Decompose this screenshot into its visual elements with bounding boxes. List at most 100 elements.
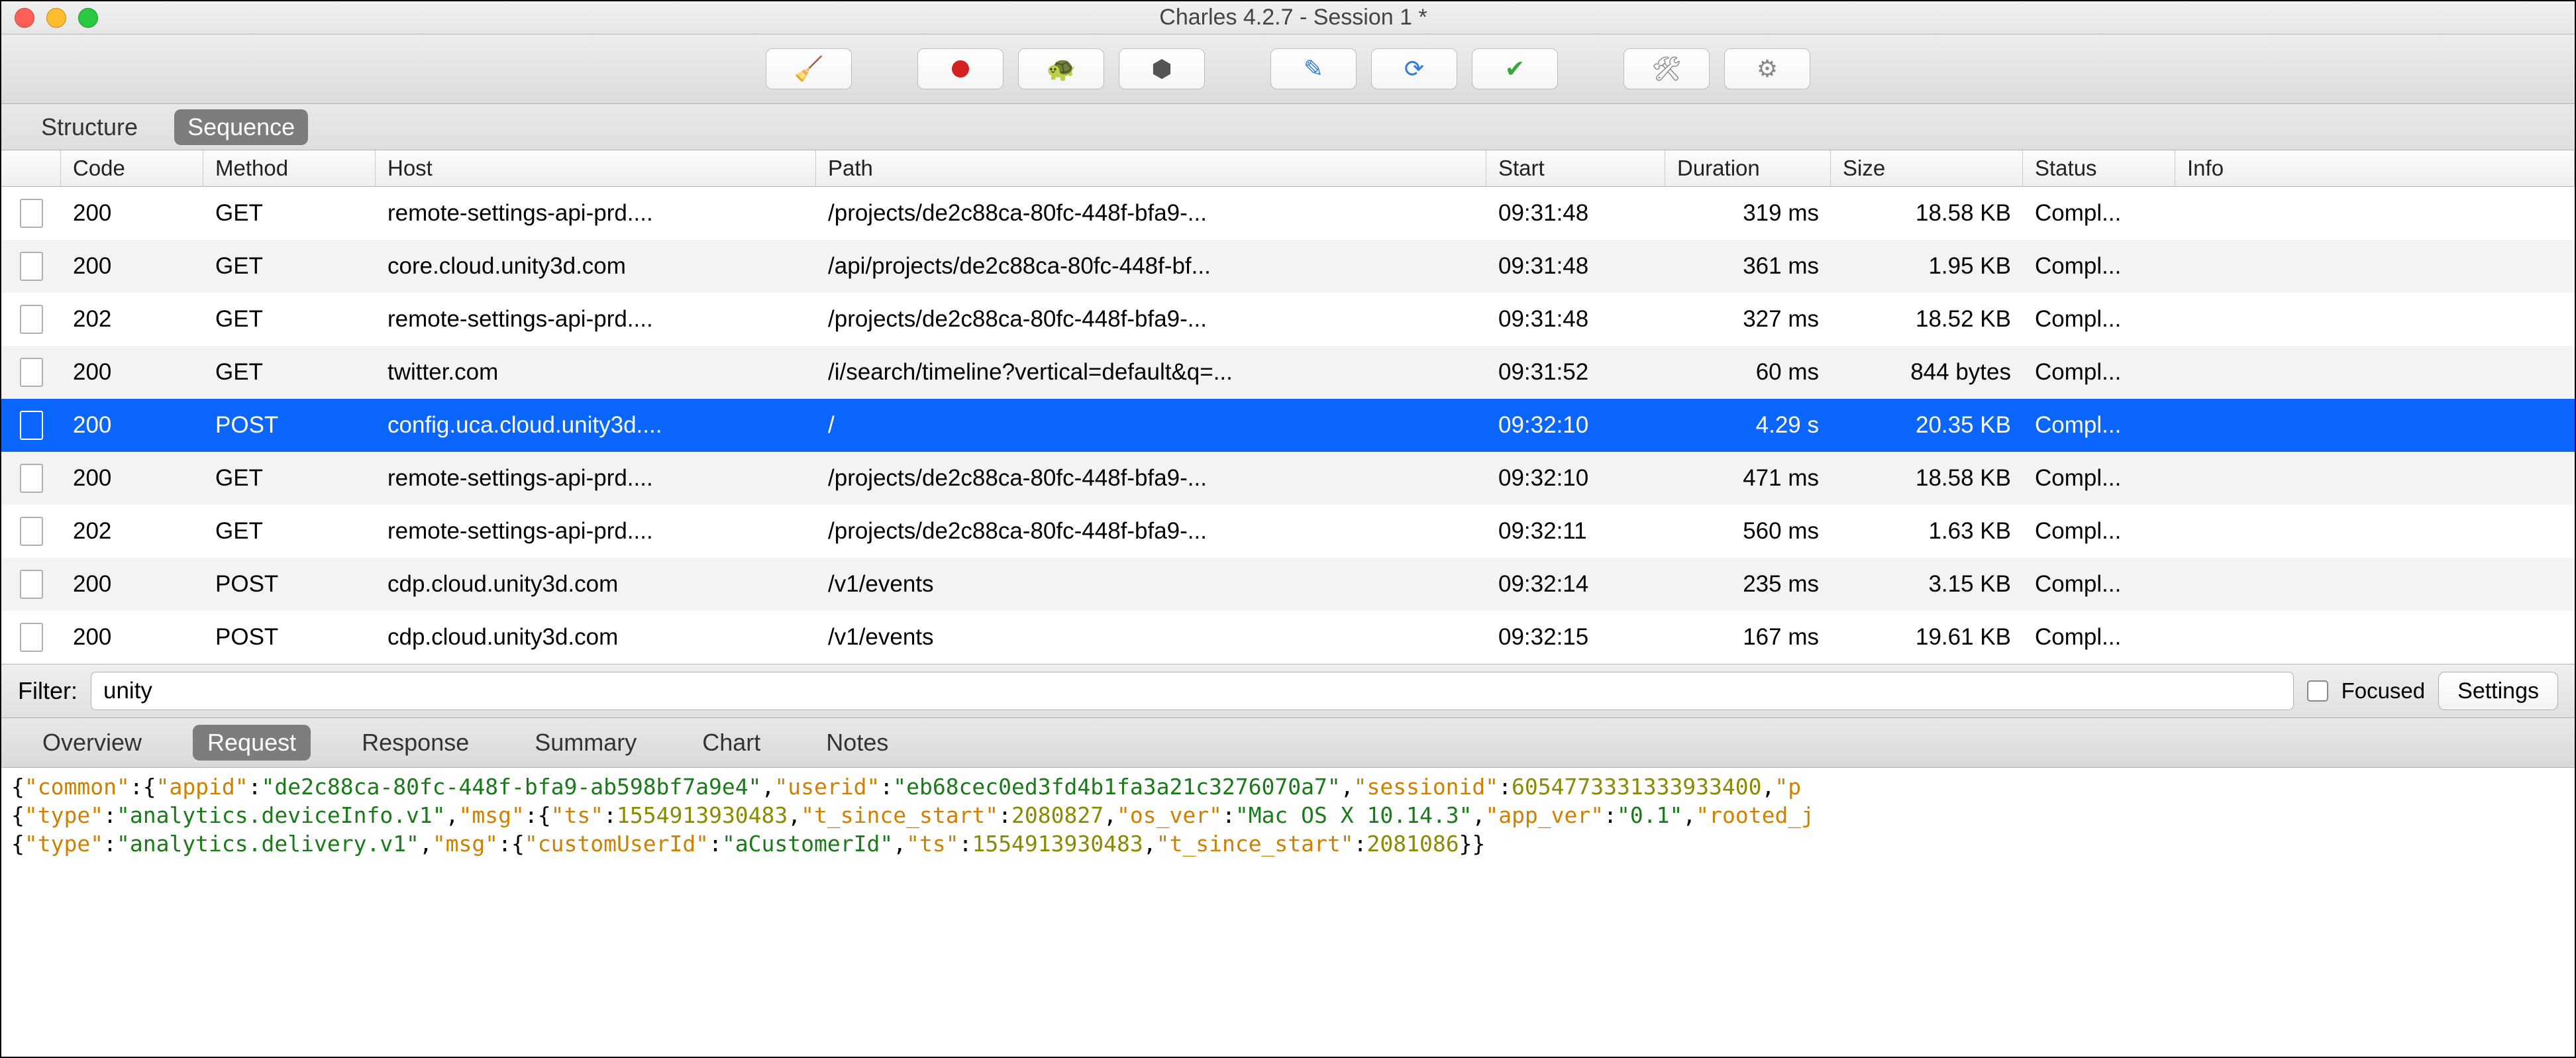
focused-label: Focused bbox=[2342, 678, 2426, 704]
col-icon[interactable] bbox=[1, 150, 61, 186]
tab-request[interactable]: Request bbox=[193, 725, 311, 761]
cell-host: twitter.com bbox=[376, 359, 816, 386]
tab-overview[interactable]: Overview bbox=[28, 725, 156, 761]
filter-settings-button[interactable]: Settings bbox=[2438, 672, 2558, 710]
cell-host: remote-settings-api-prd.... bbox=[376, 465, 816, 492]
request-body-pane[interactable]: {"common":{"appid":"de2c88ca-80fc-448f-b… bbox=[1, 768, 2575, 864]
filter-bar: Filter: Focused Settings bbox=[1, 664, 2575, 718]
table-header: Code Method Host Path Start Duration Siz… bbox=[1, 150, 2575, 187]
cell-path: / bbox=[816, 412, 1486, 439]
cell-status: Compl... bbox=[2023, 253, 2175, 280]
tab-response[interactable]: Response bbox=[347, 725, 484, 761]
table-row[interactable]: 200GETremote-settings-api-prd..../projec… bbox=[1, 187, 2575, 240]
cell-start: 09:31:48 bbox=[1486, 200, 1665, 227]
file-icon bbox=[20, 570, 43, 599]
cell-start: 09:32:10 bbox=[1486, 412, 1665, 439]
filter-input[interactable] bbox=[91, 672, 2294, 710]
cell-status: Compl... bbox=[2023, 200, 2175, 227]
cell-status: Compl... bbox=[2023, 624, 2175, 651]
json-line: {"common":{"appid":"de2c88ca-80fc-448f-b… bbox=[11, 773, 2565, 802]
cell-start: 09:32:10 bbox=[1486, 465, 1665, 492]
file-icon bbox=[20, 411, 43, 440]
cell-start: 09:31:52 bbox=[1486, 359, 1665, 386]
cell-host: config.uca.cloud.unity3d.... bbox=[376, 412, 816, 439]
col-duration[interactable]: Duration bbox=[1665, 150, 1831, 186]
tools-button[interactable]: 🛠 bbox=[1623, 48, 1710, 89]
tab-notes[interactable]: Notes bbox=[811, 725, 903, 761]
cell-method: GET bbox=[203, 359, 376, 386]
cell-code: 200 bbox=[61, 571, 203, 598]
table-row[interactable]: 200GETremote-settings-api-prd..../projec… bbox=[1, 452, 2575, 505]
col-host[interactable]: Host bbox=[376, 150, 816, 186]
cell-path: /projects/de2c88ca-80fc-448f-bfa9-... bbox=[816, 465, 1486, 492]
validate-button[interactable]: ✔ bbox=[1472, 48, 1558, 89]
col-path[interactable]: Path bbox=[816, 150, 1486, 186]
tab-structure[interactable]: Structure bbox=[28, 109, 151, 145]
record-icon bbox=[952, 60, 969, 78]
file-icon bbox=[20, 252, 43, 281]
cell-start: 09:32:11 bbox=[1486, 518, 1665, 545]
col-method[interactable]: Method bbox=[203, 150, 376, 186]
cell-status: Compl... bbox=[2023, 306, 2175, 333]
record-button[interactable] bbox=[917, 48, 1004, 89]
cell-status: Compl... bbox=[2023, 571, 2175, 598]
cell-duration: 361 ms bbox=[1665, 253, 1831, 280]
settings-button[interactable]: ⚙ bbox=[1724, 48, 1810, 89]
broom-button[interactable]: 🧹 bbox=[766, 48, 852, 89]
col-code[interactable]: Code bbox=[61, 150, 203, 186]
table-row[interactable]: 202GETremote-settings-api-prd..../projec… bbox=[1, 293, 2575, 346]
cell-size: 20.35 KB bbox=[1831, 412, 2023, 439]
tab-sequence[interactable]: Sequence bbox=[174, 109, 308, 145]
col-info[interactable]: Info bbox=[2175, 150, 2575, 186]
cell-path: /projects/de2c88ca-80fc-448f-bfa9-... bbox=[816, 200, 1486, 227]
cell-code: 200 bbox=[61, 359, 203, 386]
cell-duration: 167 ms bbox=[1665, 624, 1831, 651]
col-status[interactable]: Status bbox=[2023, 150, 2175, 186]
table-row[interactable]: 200POSTconfig.uca.cloud.unity3d..../09:3… bbox=[1, 399, 2575, 452]
cell-status: Compl... bbox=[2023, 359, 2175, 386]
cell-method: GET bbox=[203, 200, 376, 227]
cell-start: 09:31:48 bbox=[1486, 306, 1665, 333]
cell-host: core.cloud.unity3d.com bbox=[376, 253, 816, 280]
file-icon bbox=[20, 305, 43, 334]
tab-chart[interactable]: Chart bbox=[688, 725, 775, 761]
view-tabs: Structure Sequence bbox=[1, 104, 2575, 150]
cell-code: 200 bbox=[61, 624, 203, 651]
zoom-window-button[interactable] bbox=[78, 8, 98, 28]
cell-status: Compl... bbox=[2023, 518, 2175, 545]
detail-tabs: Overview Request Response Summary Chart … bbox=[1, 718, 2575, 768]
table-row[interactable]: 200GETtwitter.com/i/search/timeline?vert… bbox=[1, 346, 2575, 399]
cell-host: remote-settings-api-prd.... bbox=[376, 306, 816, 333]
table-row[interactable]: 202GETremote-settings-api-prd..../projec… bbox=[1, 505, 2575, 558]
file-icon bbox=[20, 199, 43, 228]
cell-method: GET bbox=[203, 465, 376, 492]
file-icon bbox=[20, 517, 43, 546]
compose-button[interactable]: ✎ bbox=[1270, 48, 1357, 89]
cell-duration: 4.29 s bbox=[1665, 412, 1831, 439]
hexagon-icon: ⬢ bbox=[1151, 55, 1172, 83]
request-list: 200GETremote-settings-api-prd..../projec… bbox=[1, 187, 2575, 664]
breakpoints-button[interactable]: ⬢ bbox=[1119, 48, 1205, 89]
col-size[interactable]: Size bbox=[1831, 150, 2023, 186]
close-window-button[interactable] bbox=[15, 8, 34, 28]
throttle-button[interactable]: 🐢 bbox=[1018, 48, 1104, 89]
cell-code: 202 bbox=[61, 518, 203, 545]
cell-size: 844 bytes bbox=[1831, 359, 2023, 386]
focused-checkbox[interactable] bbox=[2307, 680, 2328, 702]
minimize-window-button[interactable] bbox=[46, 8, 66, 28]
gear-icon: ⚙ bbox=[1757, 55, 1778, 83]
cell-status: Compl... bbox=[2023, 412, 2175, 439]
cell-status: Compl... bbox=[2023, 465, 2175, 492]
cell-host: remote-settings-api-prd.... bbox=[376, 200, 816, 227]
table-row[interactable]: 200POSTcdp.cloud.unity3d.com/v1/events09… bbox=[1, 611, 2575, 664]
table-row[interactable]: 200GETcore.cloud.unity3d.com/api/project… bbox=[1, 240, 2575, 293]
wrench-icon: 🛠 bbox=[1651, 55, 1682, 83]
col-start[interactable]: Start bbox=[1486, 150, 1665, 186]
file-icon bbox=[20, 358, 43, 387]
tab-summary[interactable]: Summary bbox=[520, 725, 651, 761]
window-title: Charles 4.2.7 - Session 1 * bbox=[98, 5, 2489, 30]
cell-path: /v1/events bbox=[816, 624, 1486, 651]
cell-path: /projects/de2c88ca-80fc-448f-bfa9-... bbox=[816, 518, 1486, 545]
repeat-button[interactable]: ⟳ bbox=[1371, 48, 1457, 89]
table-row[interactable]: 200POSTcdp.cloud.unity3d.com/v1/events09… bbox=[1, 558, 2575, 611]
